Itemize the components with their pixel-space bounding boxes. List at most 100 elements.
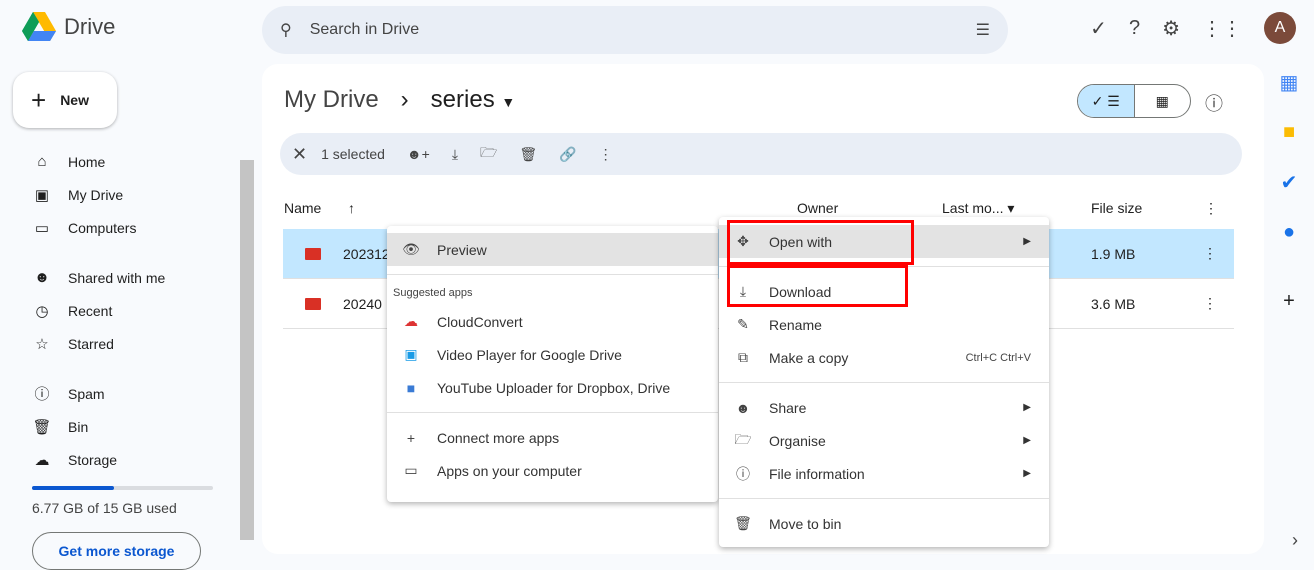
calendar-icon[interactable]: ▦: [1280, 70, 1299, 95]
label: Rename: [769, 316, 822, 333]
sidebar-nav: ⌂ Home ▣ My Drive ▭ Computers ☻ Shared with …: [0, 145, 240, 476]
menu-item-move-to-bin[interactable]: 🗑 Move to bin: [719, 507, 1049, 540]
menu-item-computer-apps[interactable]: ▭ Apps on your computer: [387, 454, 718, 487]
chevron-down-icon: ▼: [501, 94, 516, 110]
plus-icon: +: [406, 429, 416, 446]
label: Organise: [769, 432, 826, 449]
contacts-icon[interactable]: ●: [1283, 221, 1295, 244]
sort-arrow-icon[interactable]: ↑: [348, 200, 355, 216]
keep-icon[interactable]: ■: [1283, 121, 1295, 144]
label: Computers: [68, 219, 137, 236]
clear-selection-icon[interactable]: ✕: [292, 144, 307, 165]
sidebar-item-home[interactable]: ⌂ Home: [0, 145, 240, 178]
sidebar-item-my-drive[interactable]: ▣ My Drive: [0, 178, 240, 211]
menu-item-connect-apps[interactable]: + Connect more apps: [387, 421, 718, 454]
menu-item-youtube-uploader[interactable]: ■ YouTube Uploader for Dropbox, Drive: [387, 371, 718, 404]
cloud-icon: ☁: [34, 451, 50, 469]
plus-icon: +: [31, 84, 47, 115]
sidebar-item-shared[interactable]: ☻ Shared with me: [0, 261, 240, 294]
sidebar-scrollbar[interactable]: [240, 160, 254, 540]
cloudconvert-icon: ☁: [404, 313, 418, 329]
more-vert-icon[interactable]: ⋮: [1203, 245, 1217, 262]
move-icon[interactable]: 🗁: [480, 142, 497, 166]
sidebar-item-recent[interactable]: ◷ Recent: [0, 294, 240, 327]
label: Starred: [68, 335, 114, 352]
star-icon: ☆: [35, 335, 49, 353]
menu-item-video-player[interactable]: ▣ Video Player for Google Drive: [387, 338, 718, 371]
label: Spam: [68, 385, 105, 402]
chevron-right-icon: ▶: [1023, 435, 1031, 446]
get-more-storage-button[interactable]: Get more storage: [32, 532, 201, 570]
info-icon[interactable]: ⓘ: [1205, 90, 1223, 116]
storage-progress: [32, 486, 213, 490]
label: YouTube Uploader for Dropbox, Drive: [437, 379, 671, 396]
expand-panel-icon[interactable]: ›: [1292, 530, 1298, 551]
info-icon: ⓘ: [736, 465, 750, 482]
settings-gear-icon[interactable]: ⚙: [1162, 16, 1180, 41]
app-name: Drive: [64, 14, 116, 39]
youtube-uploader-icon: ■: [406, 379, 416, 396]
search-options-icon[interactable]: ☰: [976, 20, 990, 40]
selection-count: 1 selected: [321, 146, 385, 162]
menu-item-share[interactable]: ☻ Share ▶: [719, 391, 1049, 424]
column-name[interactable]: Name: [284, 200, 321, 216]
view-toggle: ✓ ☰ ▦: [1077, 84, 1191, 118]
sidebar-item-spam[interactable]: ⓘ Spam: [0, 377, 240, 410]
avatar[interactable]: A: [1264, 12, 1296, 44]
search-icon[interactable]: ⚲: [280, 20, 292, 40]
suggested-apps-heading: Suggested apps: [393, 287, 473, 299]
column-size[interactable]: File size: [1091, 200, 1142, 216]
label: My Drive: [68, 186, 124, 203]
menu-item-rename[interactable]: ✎ Rename: [719, 308, 1049, 341]
menu-item-preview[interactable]: 👁 Preview: [387, 233, 718, 266]
label: File information: [769, 465, 865, 482]
shortcut: Ctrl+C Ctrl+V: [965, 351, 1031, 364]
column-owner[interactable]: Owner: [797, 200, 838, 216]
new-button[interactable]: + New: [13, 72, 117, 128]
grid-view-button[interactable]: ▦: [1135, 85, 1191, 117]
download-icon[interactable]: ⤓: [452, 146, 458, 163]
trash-icon[interactable]: 🗑: [519, 146, 537, 163]
tasks-icon[interactable]: ✔: [1281, 170, 1298, 195]
offline-status-icon[interactable]: ✓: [1090, 16, 1107, 41]
breadcrumb-current[interactable]: series ▼: [431, 86, 516, 114]
help-icon[interactable]: ?: [1129, 17, 1140, 40]
label: Connect more apps: [437, 429, 560, 446]
sidebar-item-bin[interactable]: 🗑 Bin: [0, 410, 240, 443]
apps-grid-icon[interactable]: ⋮⋮: [1202, 16, 1242, 41]
laptop-icon: ▭: [404, 462, 418, 478]
label: Apps on your computer: [437, 462, 582, 479]
sidebar-item-computers[interactable]: ▭ Computers: [0, 211, 240, 244]
video-player-icon: ▣: [404, 346, 418, 362]
menu-item-organise[interactable]: 🗁 Organise ▶: [719, 424, 1049, 457]
more-vert-icon[interactable]: ⋮: [599, 146, 613, 163]
link-icon[interactable]: 🔗: [559, 146, 576, 163]
list-view-button[interactable]: ✓ ☰: [1078, 85, 1135, 117]
share-icon[interactable]: ☻+: [407, 146, 430, 162]
selection-toolbar: ✕ 1 selected ☻+ ⤓ 🗁 🗑 🔗 ⋮: [280, 133, 1242, 175]
sidebar-item-starred[interactable]: ☆ Starred: [0, 327, 240, 360]
menu-item-file-info[interactable]: ⓘ File information ▶: [719, 457, 1049, 490]
pencil-icon: ✎: [737, 316, 749, 332]
add-addon-icon[interactable]: +: [1283, 290, 1295, 313]
spam-icon: ⓘ: [34, 386, 50, 403]
search-input[interactable]: Search in Drive: [310, 21, 419, 39]
more-vert-icon[interactable]: ⋮: [1203, 295, 1217, 312]
file-size: 3.6 MB: [1091, 295, 1136, 312]
breadcrumb-separator: ›: [400, 86, 409, 113]
menu-item-make-copy[interactable]: ⧉ Make a copy Ctrl+C Ctrl+V: [719, 341, 1049, 374]
drive-logo[interactable]: Drive: [22, 12, 115, 42]
file-size: 1.9 MB: [1091, 245, 1136, 262]
column-options-icon[interactable]: ⋮: [1204, 200, 1218, 217]
sidebar-item-storage[interactable]: ☁ Storage: [0, 443, 240, 476]
people-icon: ☻: [34, 269, 50, 286]
search-bar[interactable]: ⚲ Search in Drive ☰: [262, 6, 1008, 54]
column-modified[interactable]: Last mo... ▾: [942, 200, 1014, 217]
label: Move to bin: [769, 515, 842, 532]
highlight-open-with: [727, 220, 914, 265]
breadcrumb-my-drive[interactable]: My Drive: [284, 86, 379, 114]
drive-logo-icon: [22, 12, 56, 41]
menu-item-cloudconvert[interactable]: ☁ CloudConvert: [387, 305, 718, 338]
clock-icon: ◷: [35, 302, 49, 320]
label: Recent: [68, 302, 113, 319]
